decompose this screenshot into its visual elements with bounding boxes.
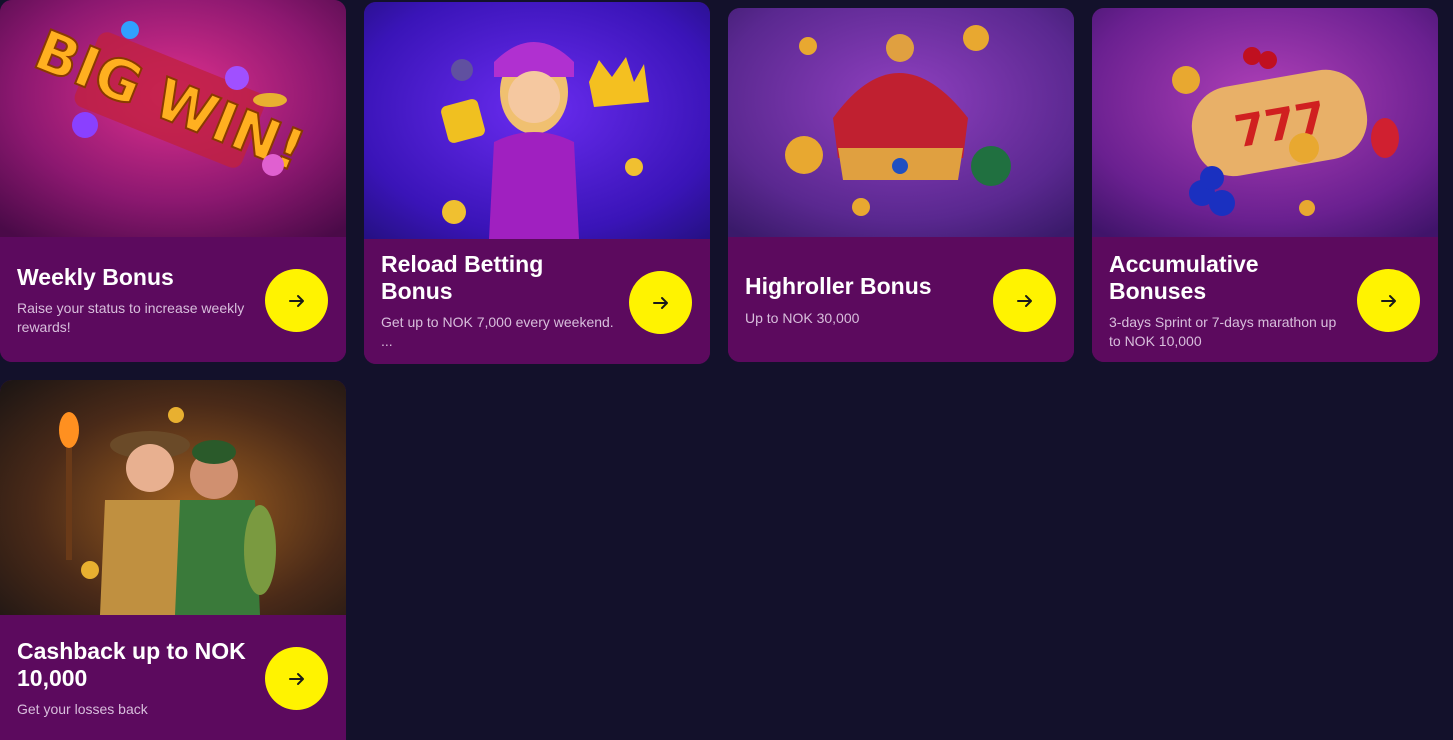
promo-description: Up to NOK 30,000 xyxy=(745,310,860,326)
promo-info: Highroller Bonus Up to NOK 30,000 xyxy=(728,237,1074,362)
big-win-art: BIG WIN! xyxy=(0,0,346,237)
promotions-grid: BIG WIN! Weekly Bonus Raise your status … xyxy=(0,0,1453,740)
promo-description: Raise your status to increase weekly rew… xyxy=(17,300,245,335)
arrow-right-icon xyxy=(1380,294,1396,307)
girl-with-crown-art xyxy=(364,2,710,239)
promo-info: Reload Betting Bonus Get up to NOK 7,000… xyxy=(364,239,710,364)
promo-card-reload-betting-bonus[interactable]: Reload Betting Bonus Get up to NOK 7,000… xyxy=(364,2,710,364)
promo-arrow-button[interactable] xyxy=(1357,269,1420,332)
promo-arrow-button[interactable] xyxy=(629,271,692,334)
arrow-right-icon xyxy=(288,294,304,307)
promo-title: Cashback up to NOK 10,000 xyxy=(17,638,246,691)
promo-info: Accumulative Bonuses 3-days Sprint or 7-… xyxy=(1092,237,1438,362)
promo-card-cashback[interactable]: Cashback up to NOK 10,000 Get your losse… xyxy=(0,380,346,740)
arrow-right-icon xyxy=(652,296,668,309)
explorers-cave-art xyxy=(0,380,346,615)
promo-description: Get up to NOK 7,000 every weekend. ... xyxy=(381,314,614,349)
promo-title: Highroller Bonus xyxy=(745,273,932,299)
promo-description: Get your losses back xyxy=(17,701,148,717)
promo-info: Cashback up to NOK 10,000 Get your losse… xyxy=(0,615,346,740)
arrow-right-icon xyxy=(1016,294,1032,307)
promo-card-weekly-bonus[interactable]: BIG WIN! Weekly Bonus Raise your status … xyxy=(0,0,346,362)
promo-title: Reload Betting Bonus xyxy=(381,251,544,304)
promo-card-accumulative-bonuses[interactable]: 777 Accumulative Bonuses 3-days Sprint o… xyxy=(1092,8,1438,362)
promo-card-highroller-bonus[interactable]: Highroller Bonus Up to NOK 30,000 xyxy=(728,8,1074,362)
slot-reel-777-art: 777 xyxy=(1092,8,1438,237)
promo-arrow-button[interactable] xyxy=(265,269,328,332)
promo-arrow-button[interactable] xyxy=(993,269,1056,332)
arrow-right-icon xyxy=(288,672,304,685)
promo-title: Weekly Bonus xyxy=(17,264,174,290)
promo-description: 3-days Sprint or 7-days marathon up to N… xyxy=(1109,314,1337,349)
promo-arrow-button[interactable] xyxy=(265,647,328,710)
promo-title: Accumulative Bonuses xyxy=(1109,251,1259,304)
red-crown-art xyxy=(728,8,1074,237)
promo-info: Weekly Bonus Raise your status to increa… xyxy=(0,237,346,362)
